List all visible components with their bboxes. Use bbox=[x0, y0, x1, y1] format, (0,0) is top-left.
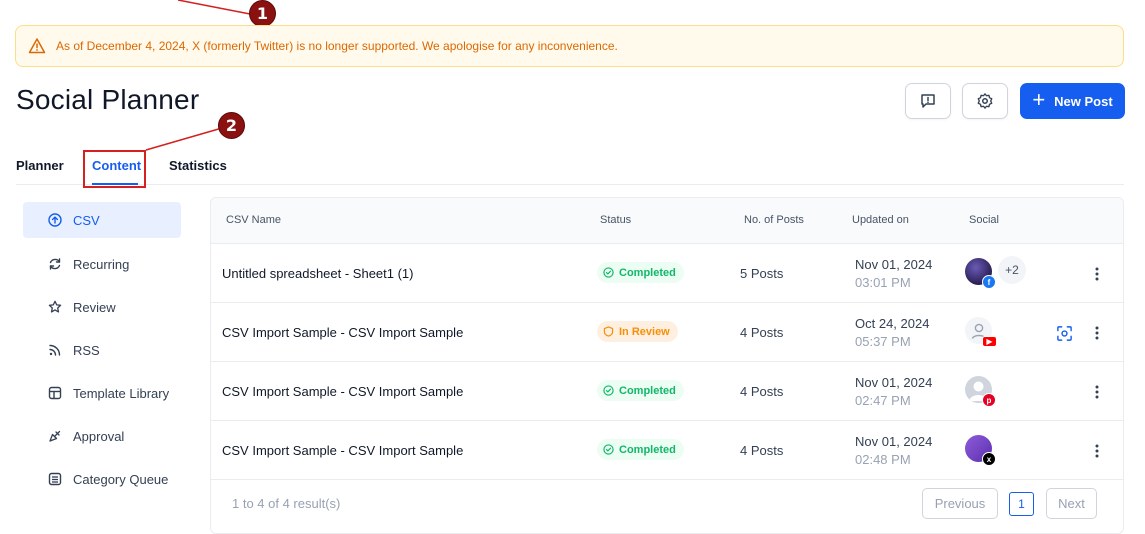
plus-icon: + bbox=[1032, 87, 1046, 112]
csv-name[interactable]: CSV Import Sample - CSV Import Sample bbox=[222, 384, 463, 399]
table-row[interactable]: Untitled spreadsheet - Sheet1 (1) Comple… bbox=[211, 244, 1123, 303]
updated-on: Oct 24, 2024 05:37 PM bbox=[855, 316, 930, 349]
sidebar-item-template-library[interactable]: Template Library bbox=[23, 375, 181, 411]
kebab-icon bbox=[1095, 385, 1099, 399]
row-menu-button[interactable] bbox=[1087, 323, 1107, 343]
kebab-icon bbox=[1095, 444, 1099, 458]
page-number-button[interactable]: 1 bbox=[1009, 492, 1034, 516]
annotation-marker-2: 2 bbox=[218, 112, 245, 139]
column-header: Status bbox=[600, 214, 632, 226]
x-icon: x bbox=[982, 452, 996, 466]
table-row[interactable]: CSV Import Sample - CSV Import Sample Co… bbox=[211, 362, 1123, 421]
sidebar-item-label: Approval bbox=[73, 428, 125, 444]
annotation-marker-1: 1 bbox=[249, 0, 276, 27]
table-header: CSV Name Status No. of Posts Updated on … bbox=[211, 198, 1123, 244]
new-post-button[interactable]: + New Post bbox=[1020, 83, 1125, 119]
more-accounts-count[interactable]: +2 bbox=[998, 256, 1026, 284]
row-menu-button[interactable] bbox=[1087, 382, 1107, 402]
upload-circle-icon bbox=[48, 213, 62, 227]
post-count: 5 Posts bbox=[740, 266, 784, 281]
check-circle-icon bbox=[603, 444, 614, 455]
sidebar-item-recurring[interactable]: Recurring bbox=[23, 246, 181, 282]
column-header: CSV Name bbox=[226, 214, 282, 226]
sidebar-item-approval[interactable]: Approval bbox=[23, 418, 181, 454]
sidebar-item-rss[interactable]: RSS bbox=[23, 332, 181, 368]
row-menu-button[interactable] bbox=[1087, 264, 1107, 284]
tab-statistics[interactable]: Statistics bbox=[169, 158, 227, 173]
pinterest-icon: p bbox=[982, 393, 996, 407]
column-header: Social bbox=[969, 214, 999, 226]
post-count: 4 Posts bbox=[740, 443, 784, 458]
next-button[interactable]: Next bbox=[1046, 488, 1097, 519]
tab-planner[interactable]: Planner bbox=[16, 158, 64, 173]
banner-message: As of December 4, 2024, X (formerly Twit… bbox=[56, 39, 618, 53]
page-title: Social Planner bbox=[16, 84, 200, 115]
kebab-icon bbox=[1095, 267, 1099, 281]
shield-icon bbox=[603, 326, 614, 337]
post-count: 4 Posts bbox=[740, 384, 784, 399]
csv-name[interactable]: Untitled spreadsheet - Sheet1 (1) bbox=[222, 266, 414, 281]
sidebar-item-label: Recurring bbox=[73, 256, 130, 272]
updated-on: Nov 01, 2024 02:48 PM bbox=[855, 434, 933, 467]
post-count: 4 Posts bbox=[740, 325, 784, 340]
template-icon bbox=[48, 386, 62, 400]
kebab-icon bbox=[1095, 326, 1099, 340]
queue-icon bbox=[48, 472, 62, 486]
updated-on: Nov 01, 2024 03:01 PM bbox=[855, 257, 933, 290]
feedback-icon bbox=[919, 92, 937, 110]
status-badge: Completed bbox=[597, 380, 684, 401]
table-row[interactable]: CSV Import Sample - CSV Import Sample In… bbox=[211, 303, 1123, 362]
column-header: Updated on bbox=[852, 214, 909, 226]
warning-icon bbox=[28, 37, 46, 55]
approval-icon bbox=[48, 429, 62, 443]
status-badge: Completed bbox=[597, 262, 684, 283]
csv-table-card: CSV Name Status No. of Posts Updated on … bbox=[210, 197, 1124, 534]
check-circle-icon bbox=[603, 385, 614, 396]
rss-icon bbox=[48, 343, 62, 357]
main-tabs: Planner Content Statistics bbox=[16, 150, 1124, 185]
refresh-icon bbox=[48, 257, 62, 271]
csv-name[interactable]: CSV Import Sample - CSV Import Sample bbox=[222, 325, 463, 340]
column-header: No. of Posts bbox=[744, 214, 804, 226]
updated-on: Nov 01, 2024 02:47 PM bbox=[855, 375, 933, 408]
status-badge: In Review bbox=[597, 321, 678, 342]
facebook-icon: f bbox=[982, 275, 996, 289]
previous-button[interactable]: Previous bbox=[922, 488, 998, 519]
new-post-label: New Post bbox=[1054, 93, 1113, 109]
feedback-button[interactable] bbox=[905, 83, 951, 119]
star-icon bbox=[48, 300, 62, 314]
sidebar-item-csv[interactable]: CSV bbox=[23, 202, 181, 238]
status-badge: Completed bbox=[597, 439, 684, 460]
deprecation-banner: As of December 4, 2024, X (formerly Twit… bbox=[15, 25, 1124, 67]
sidebar-item-review[interactable]: Review bbox=[23, 289, 181, 325]
sidebar-item-label: RSS bbox=[73, 342, 100, 358]
sidebar-item-category-queue[interactable]: Category Queue bbox=[23, 461, 181, 497]
results-summary: 1 to 4 of 4 result(s) bbox=[232, 496, 341, 511]
sidebar-item-label: Category Queue bbox=[73, 471, 169, 487]
settings-button[interactable] bbox=[962, 83, 1008, 119]
gear-icon bbox=[976, 92, 994, 110]
sidebar-item-label: Template Library bbox=[73, 385, 170, 401]
sidebar-item-label: CSV bbox=[73, 212, 100, 228]
csv-name[interactable]: CSV Import Sample - CSV Import Sample bbox=[222, 443, 463, 458]
check-circle-icon bbox=[603, 267, 614, 278]
row-menu-button[interactable] bbox=[1087, 441, 1107, 461]
preview-icon[interactable] bbox=[1054, 323, 1074, 343]
table-row[interactable]: CSV Import Sample - CSV Import Sample Co… bbox=[211, 421, 1123, 480]
annotation-highlight-box bbox=[83, 150, 146, 188]
youtube-icon: ▶ bbox=[982, 336, 997, 347]
sidebar-item-label: Review bbox=[73, 299, 116, 315]
